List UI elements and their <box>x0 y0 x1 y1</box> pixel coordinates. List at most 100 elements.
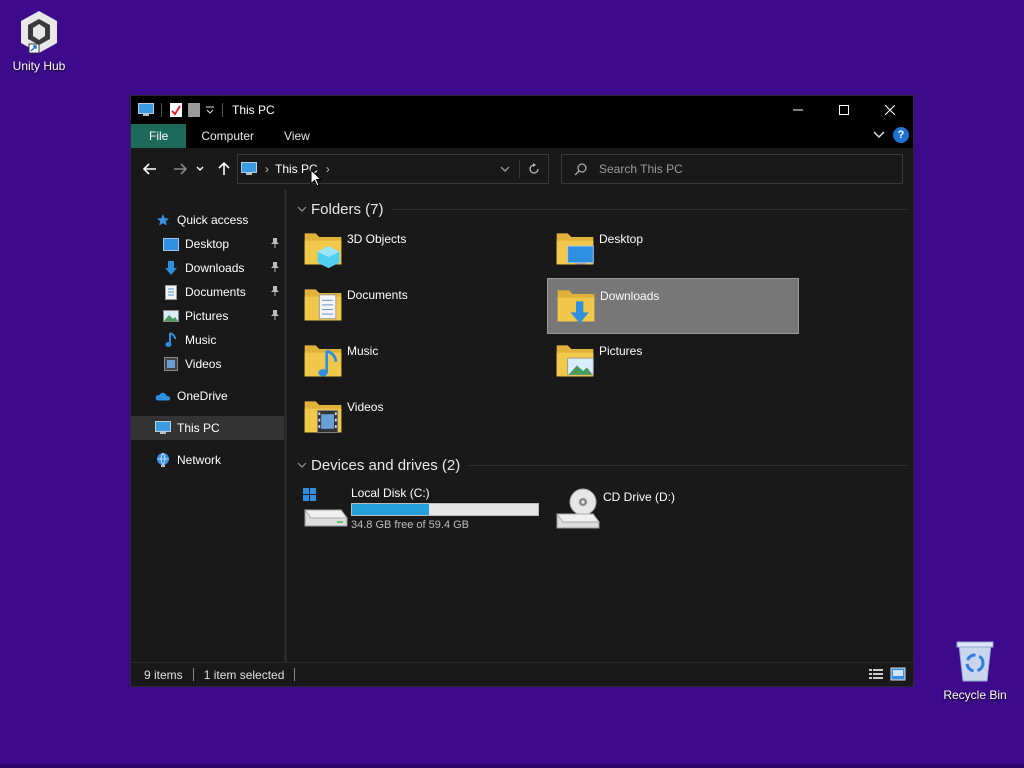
folder-name: 3D Objects <box>347 232 407 246</box>
folder-3d-objects[interactable]: 3D Objects <box>295 222 547 278</box>
large-icons-view-icon[interactable] <box>890 667 906 681</box>
group-header-drives[interactable]: Devices and drives (2) <box>295 454 913 476</box>
this-pc-icon <box>138 103 154 116</box>
minimize-icon <box>793 109 803 111</box>
folder-name: Downloads <box>600 289 660 303</box>
forward-arrow-icon <box>174 163 187 175</box>
search-icon <box>574 162 587 175</box>
group-header-folders[interactable]: Folders (7) <box>295 198 913 220</box>
maximize-icon <box>839 105 849 115</box>
content-pane: Folders (7) 3D Objects Desktop Documents Do… <box>287 190 913 662</box>
folders-grid: 3D Objects Desktop Documents Downloads Music… <box>295 222 913 446</box>
sidebar-item-label: Desktop <box>185 237 230 251</box>
folder-pictures[interactable]: Pictures <box>547 334 799 390</box>
picture-icon <box>163 308 179 324</box>
selection-count: 1 item selected <box>203 667 285 682</box>
sidebar-item-documents[interactable]: Documents <box>131 280 284 304</box>
refresh-button[interactable] <box>520 155 548 183</box>
sidebar-item-this-pc[interactable]: This PC <box>131 416 284 440</box>
explorer-window: This PC File Computer View ? › This PC ›… <box>130 95 914 687</box>
sidebar-item-pictures[interactable]: Pictures <box>131 304 284 328</box>
details-view-icon[interactable] <box>868 667 884 681</box>
sidebar-item-desktop[interactable]: Desktop <box>131 232 284 256</box>
sidebar-item-network[interactable]: Network <box>131 448 284 472</box>
sidebar-item-videos[interactable]: Videos <box>131 352 284 376</box>
folder-name: Documents <box>347 288 408 302</box>
taskbar-edge <box>0 764 1024 768</box>
desktop-icon-label: Recycle Bin <box>943 688 1007 702</box>
ribbon-right-controls: ? <box>873 127 909 143</box>
cloud-icon <box>155 388 171 404</box>
toolbar-separator <box>222 103 223 117</box>
drive-name: Local Disk (C:) <box>351 486 430 500</box>
address-bar[interactable]: › This PC › <box>237 154 549 184</box>
sidebar-item-label: Music <box>185 333 217 347</box>
sidebar-item-music[interactable]: Music <box>131 328 284 352</box>
item-count: 9 items <box>144 667 183 682</box>
up-arrow-icon <box>218 162 230 175</box>
tab-file[interactable]: File <box>131 124 187 148</box>
customize-toolbar-icon[interactable] <box>205 105 215 115</box>
breadcrumb-separator[interactable]: › <box>326 162 330 176</box>
ribbon-tabs: File Computer View ? <box>131 124 913 148</box>
desktop-icon-unity-hub[interactable]: Unity Hub <box>1 8 77 73</box>
folder-documents[interactable]: Documents <box>295 278 547 334</box>
main-area: Quick access Desktop Downloads Documents… <box>131 190 913 662</box>
mouse-cursor-icon <box>310 169 322 187</box>
close-icon <box>885 105 895 115</box>
sidebar-item-downloads[interactable]: Downloads <box>131 256 284 280</box>
folder-music[interactable]: Music <box>295 334 547 390</box>
quick-access-toolbar <box>131 102 226 118</box>
star-icon <box>155 212 171 228</box>
help-icon[interactable]: ? <box>893 127 909 143</box>
folder-name: Pictures <box>599 344 643 358</box>
folder-videos[interactable]: Videos <box>295 390 547 446</box>
sidebar-item-label: OneDrive <box>177 389 228 403</box>
folder-icon <box>304 345 342 377</box>
sidebar-item-quick-access[interactable]: Quick access <box>131 208 284 232</box>
unity-hub-icon <box>21 11 57 54</box>
recycle-bin-icon <box>956 641 994 682</box>
properties-icon[interactable] <box>169 102 183 118</box>
desktop-icon-recycle-bin[interactable]: Recycle Bin <box>937 637 1013 702</box>
folder-name: Desktop <box>599 232 644 246</box>
folder-icon <box>556 233 594 265</box>
forward-button[interactable] <box>169 158 191 180</box>
close-button[interactable] <box>867 96 913 124</box>
search-box[interactable] <box>561 154 903 184</box>
folder-desktop[interactable]: Desktop <box>547 222 799 278</box>
maximize-button[interactable] <box>821 96 867 124</box>
sidebar-item-label: Quick access <box>177 213 249 227</box>
drive-local-disk-c[interactable]: Local Disk (C:) 34.8 GB free of 59.4 GB <box>295 480 547 536</box>
up-button[interactable] <box>213 158 235 180</box>
toolbar-separator <box>161 103 162 117</box>
sidebar-item-label: Documents <box>185 285 246 299</box>
chevron-down-icon <box>500 166 510 172</box>
tab-view[interactable]: View <box>269 124 325 148</box>
pin-icon <box>270 261 280 276</box>
search-input[interactable] <box>599 162 879 176</box>
folder-downloads[interactable]: Downloads <box>547 278 799 334</box>
address-history-button[interactable] <box>491 155 519 183</box>
desktop-icon <box>163 236 179 252</box>
recent-locations-button[interactable] <box>193 158 207 180</box>
minimize-button[interactable] <box>775 96 821 124</box>
status-bar: 9 items 1 item selected <box>131 662 913 686</box>
this-pc-icon <box>155 420 171 436</box>
chevron-down-icon <box>196 166 204 171</box>
drive-name: CD Drive (D:) <box>603 490 675 504</box>
breadcrumb-separator[interactable]: › <box>265 162 269 176</box>
group-header-label: Devices and drives (2) <box>311 456 461 474</box>
drive-cd-d[interactable]: CD Drive (D:) <box>547 480 799 536</box>
download-icon <box>163 260 179 276</box>
chevron-down-icon <box>295 462 309 468</box>
back-button[interactable] <box>139 158 161 180</box>
new-folder-icon[interactable] <box>187 102 201 118</box>
this-pc-icon <box>241 162 257 175</box>
sidebar-item-label: Videos <box>185 357 222 371</box>
address-bar-controls <box>491 155 548 183</box>
expand-ribbon-icon[interactable] <box>873 130 885 140</box>
tab-computer[interactable]: Computer <box>186 124 269 148</box>
hard-drive-icon <box>301 484 349 532</box>
sidebar-item-onedrive[interactable]: OneDrive <box>131 384 284 408</box>
